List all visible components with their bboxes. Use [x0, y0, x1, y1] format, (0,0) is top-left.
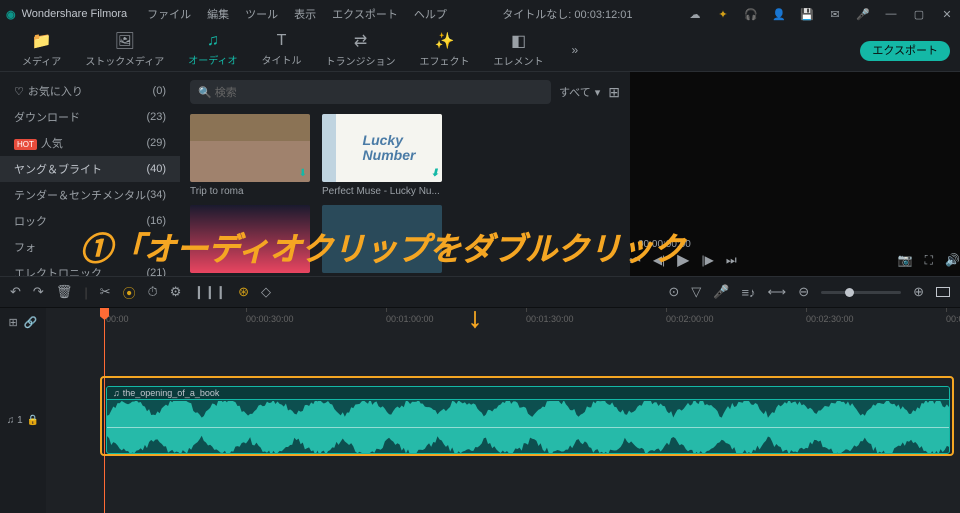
timeline-ruler[interactable]: 00:00 00:00:30:00 00:01:00:00 00:01:30:0… — [46, 308, 960, 336]
folder-icon: 📁 — [32, 31, 52, 51]
redo-icon[interactable]: ↷ — [33, 284, 44, 300]
maximize-icon[interactable]: ▢ — [912, 7, 926, 21]
hot-badge: HOT — [14, 139, 37, 150]
record-icon[interactable]: 🎤 — [713, 284, 729, 300]
mic-icon[interactable]: 🎤 — [856, 7, 870, 21]
search-input[interactable]: 🔍 検索 — [190, 80, 551, 104]
delete-icon[interactable]: 🗑 — [56, 284, 73, 300]
tab-effects[interactable]: ✨エフェクト — [408, 31, 482, 68]
transition-icon: ⇄ — [354, 31, 367, 51]
timer-icon[interactable]: ⏱ — [148, 284, 158, 300]
zoom-in-icon[interactable]: ⊕ — [913, 284, 924, 300]
menu-file[interactable]: ファイル — [147, 6, 191, 22]
media-thumb-lucky[interactable]: LuckyNumber⬇ Perfect Muse - Lucky Nu... — [322, 114, 442, 197]
shape-icon: ◧ — [511, 31, 526, 51]
search-icon: 🔍 — [198, 86, 212, 99]
adjust-icon[interactable]: ⚙ — [170, 284, 182, 300]
tab-elements[interactable]: ◧エレメント — [482, 31, 556, 68]
heart-icon: ♡ — [14, 86, 24, 98]
minimize-icon[interactable]: — — [884, 7, 898, 21]
tab-titles[interactable]: Tタイトル — [250, 32, 314, 67]
menu-export[interactable]: エクスポート — [332, 6, 398, 22]
audio-clip[interactable]: ♫the_opening_of_a_book — [106, 386, 950, 454]
step-fwd-icon[interactable]: |▶ — [701, 253, 713, 267]
zoom-slider[interactable] — [821, 291, 901, 294]
user-icon[interactable]: 👤 — [772, 7, 786, 21]
tab-audio[interactable]: ♫オーディオ — [176, 32, 249, 67]
tabs-more-icon[interactable]: » — [564, 43, 587, 57]
sidebar-item-young-bright[interactable]: ヤング＆ブライト(40) — [0, 156, 180, 182]
cloud-icon[interactable]: ☁ — [688, 7, 702, 21]
music-icon: ♫ — [207, 32, 219, 50]
track-label: ♫ 1 — [7, 415, 23, 426]
playhead[interactable] — [104, 308, 105, 513]
snapshot-icon[interactable]: 📷 — [898, 253, 913, 267]
app-name: Wondershare Filmora — [22, 8, 128, 20]
sparkle-icon: ✨ — [435, 31, 455, 51]
media-thumb-roma[interactable]: ⬇ Trip to roma — [190, 114, 310, 197]
tab-transitions[interactable]: ⇄トランジション — [314, 31, 408, 68]
menu-view[interactable]: 表示 — [294, 6, 316, 22]
speed-icon[interactable]: ⦿ — [123, 283, 136, 302]
project-title: タイトルなし: 00:03:12:01 — [447, 6, 688, 22]
grid-view-icon[interactable]: ⊞ — [608, 84, 620, 101]
render-icon[interactable]: ⊙ — [668, 284, 679, 300]
volume-icon[interactable]: 🔊 — [945, 253, 960, 267]
sidebar-item-tender[interactable]: テンダー＆センチメンタル(34) — [0, 182, 180, 208]
link-icon[interactable]: 🔗 — [24, 316, 38, 329]
download-icon[interactable]: ⬇ — [299, 168, 307, 179]
image-icon: 🖼 — [115, 31, 135, 51]
headset-icon[interactable]: 🎧 — [744, 7, 758, 21]
app-logo: ◉ — [6, 8, 16, 21]
clip-name: the_opening_of_a_book — [123, 388, 220, 398]
menu-tools[interactable]: ツール — [245, 6, 278, 22]
lock-icon[interactable]: 🔒 — [27, 415, 39, 426]
waveform — [107, 401, 949, 453]
fullscreen-icon[interactable]: ⛶ — [925, 253, 933, 268]
keyframe-icon[interactable]: ◇ — [261, 284, 271, 300]
zoom-out-icon[interactable]: ⊖ — [798, 284, 809, 300]
filter-select[interactable]: すべて ▾ — [559, 84, 600, 100]
sidebar-item-popular[interactable]: HOT人気(29) — [0, 130, 180, 156]
download-icon[interactable]: ⬇ — [431, 168, 439, 179]
mail-icon[interactable]: ✉ — [828, 7, 842, 21]
menu-edit[interactable]: 編集 — [207, 6, 229, 22]
cut-icon[interactable]: ✂ — [100, 284, 111, 300]
color-icon[interactable]: ❙❙❙ — [193, 284, 226, 300]
export-button[interactable]: エクスポート — [860, 41, 950, 61]
zoom-fit-icon[interactable] — [936, 287, 950, 297]
next-frame-icon[interactable]: ⏭ — [726, 253, 737, 268]
idea-icon[interactable]: ✦ — [716, 7, 730, 21]
tab-media[interactable]: 📁メディア — [10, 31, 73, 68]
text-icon: T — [277, 32, 287, 50]
annotation-text: ①「オーディオクリップをダブルクリック — [80, 224, 685, 270]
marker-icon[interactable]: ▽ — [691, 284, 701, 300]
annotation-arrow: ↓ — [468, 302, 482, 334]
mixer-icon[interactable]: ≡♪ — [741, 285, 755, 300]
chevron-down-icon: ▾ — [595, 86, 601, 99]
menu-help[interactable]: ヘルプ — [414, 6, 447, 22]
audio-track-1[interactable]: ♫ 1🔒 ♫the_opening_of_a_book — [46, 384, 960, 456]
close-icon[interactable]: ✕ — [940, 7, 954, 21]
add-track-icon[interactable]: ⊞ — [9, 316, 18, 329]
undo-icon[interactable]: ↶ — [10, 284, 21, 300]
sidebar-item-favorites[interactable]: ♡お気に入り(0) — [0, 78, 180, 104]
sidebar-item-downloads[interactable]: ダウンロード(23) — [0, 104, 180, 130]
fit-icon[interactable]: ⟷ — [768, 284, 787, 300]
save-icon[interactable]: 💾 — [800, 7, 814, 21]
tab-stock[interactable]: 🖼ストックメディア — [73, 31, 176, 68]
enhance-icon[interactable]: ⊛ — [238, 284, 249, 300]
music-icon: ♫ — [113, 388, 120, 398]
